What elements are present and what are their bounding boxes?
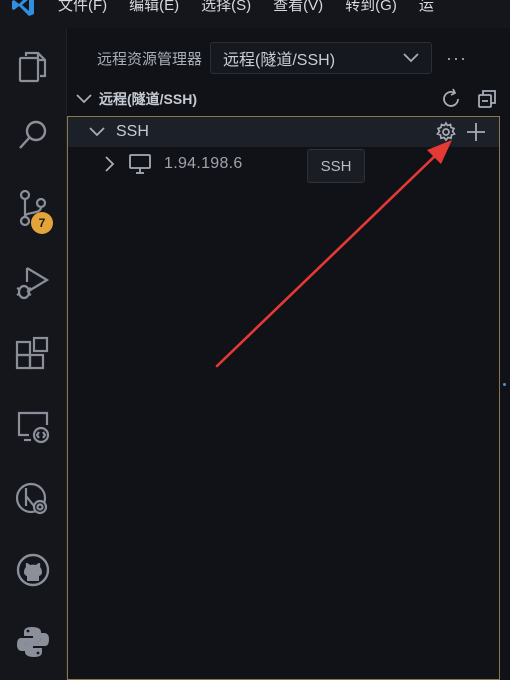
- explorer-icon[interactable]: [13, 46, 53, 86]
- ssh-group-row[interactable]: SSH: [68, 117, 499, 147]
- menu-edit[interactable]: 编辑(E): [129, 0, 179, 15]
- timeline-icon[interactable]: [13, 478, 53, 518]
- ssh-tooltip: SSH: [307, 149, 365, 183]
- scroll-indicator: [503, 383, 506, 386]
- section-header[interactable]: 远程(隧道/SSH): [67, 86, 510, 112]
- monitor-icon: [129, 154, 151, 174]
- extensions-icon[interactable]: [13, 334, 53, 374]
- view-select-value: 远程(隧道/SSH): [223, 52, 336, 69]
- menu-view[interactable]: 查看(V): [273, 0, 323, 15]
- remote-tree-panel: SSH 1.94.198.6: [67, 116, 500, 680]
- add-icon[interactable]: [465, 121, 487, 143]
- chevron-right-icon: [105, 156, 115, 172]
- gear-icon[interactable]: [435, 121, 457, 143]
- section-title: 远程(隧道/SSH): [99, 91, 197, 107]
- run-debug-icon[interactable]: [13, 262, 53, 302]
- view-title: 远程资源管理器: [97, 50, 203, 68]
- menu-bar: 文件(F) 编辑(E) 选择(S) 查看(V) 转到(G) 运: [0, 0, 510, 28]
- python-icon[interactable]: [13, 622, 53, 662]
- menu-selection[interactable]: 选择(S): [201, 0, 251, 15]
- remote-explorer-icon[interactable]: [13, 406, 53, 446]
- collapse-all-icon[interactable]: [476, 88, 498, 110]
- scm-badge: 7: [31, 212, 53, 234]
- vscode-logo-icon: [0, 0, 58, 28]
- more-actions-button[interactable]: ···: [446, 48, 467, 69]
- menu-file[interactable]: 文件(F): [58, 0, 107, 15]
- ssh-host-row[interactable]: 1.94.198.6: [68, 151, 499, 177]
- ssh-group-label: SSH: [116, 123, 149, 140]
- ssh-host-label: 1.94.198.6: [164, 155, 243, 172]
- chevron-down-icon: [89, 127, 105, 137]
- chevron-down-icon: [76, 94, 92, 104]
- remote-view-select[interactable]: 远程(隧道/SSH): [210, 42, 433, 74]
- menu-run[interactable]: 运: [419, 0, 434, 15]
- search-icon[interactable]: [13, 116, 53, 156]
- activity-bar: 7: [0, 28, 67, 680]
- view-header: 远程资源管理器 远程(隧道/SSH) ···: [67, 38, 510, 78]
- remote-explorer-sidebar: 远程资源管理器 远程(隧道/SSH) ··· 远程(隧道/SSH) SSH 1.…: [67, 28, 510, 680]
- refresh-icon[interactable]: [440, 88, 462, 110]
- chevron-down-icon: [403, 53, 419, 63]
- github-icon[interactable]: [13, 550, 53, 590]
- menu-go[interactable]: 转到(G): [345, 0, 397, 15]
